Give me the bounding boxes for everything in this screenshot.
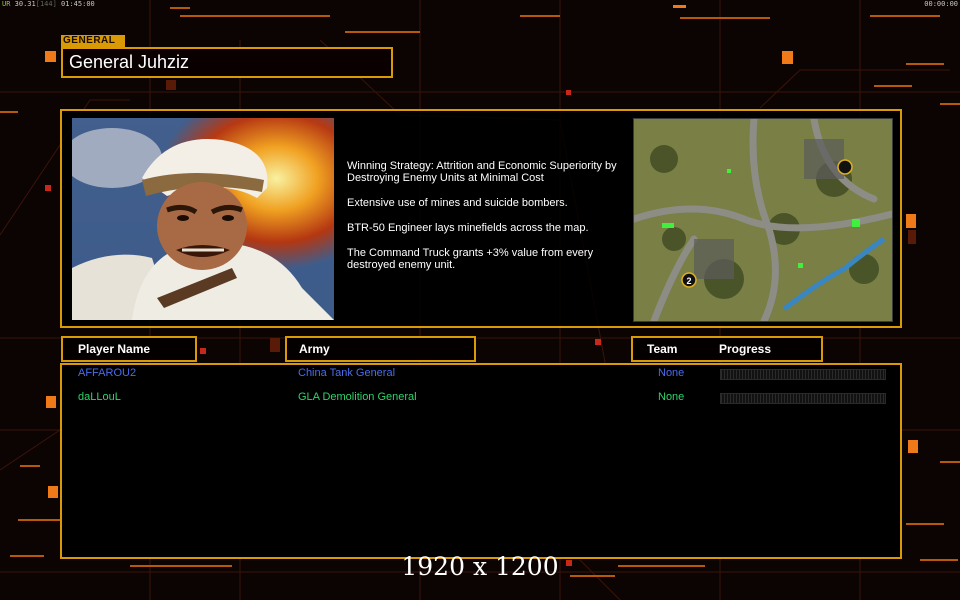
player-army: GLA Demolition General (298, 391, 417, 403)
minimap-icon: 2 (634, 119, 892, 321)
resolution-watermark: 1920 x 1200 (401, 552, 559, 581)
player-team: None (658, 367, 685, 379)
player-row[interactable]: AFFAROU2 China Tank General None (0, 367, 960, 381)
player-name: AFFAROU2 (78, 367, 137, 379)
player-team: None (658, 391, 685, 403)
hud-right-time: 00:00:00 (924, 0, 958, 8)
player-row[interactable]: daLLouL GLA Demolition General None (0, 391, 960, 405)
hud-left-time: 01:45:00 (61, 0, 95, 8)
player-name: daLLouL (78, 391, 121, 403)
player-army: China Tank General (298, 367, 396, 379)
player-progress-bar (720, 369, 886, 380)
strategy-line-2: Extensive use of mines and suicide bombe… (347, 197, 568, 209)
strategy-line-3: BTR-50 Engineer lays minefields across t… (347, 222, 589, 234)
progress-header[interactable]: Progress (719, 338, 771, 360)
army-header[interactable]: Army (285, 336, 476, 362)
hud-left-bracket: [144] (35, 0, 57, 8)
team-progress-header: Team Progress (631, 336, 823, 362)
team-header[interactable]: Team (647, 338, 677, 360)
general-portrait-icon (72, 118, 334, 320)
strategy-line-4: The Command Truck grants +3% value from … (347, 247, 594, 271)
map-preview: 2 (633, 118, 893, 322)
general-portrait-image (72, 118, 334, 320)
player-progress-bar (720, 393, 886, 404)
general-name-title: General Juhziz (61, 47, 393, 78)
hud-left-mid: 30.31 (14, 0, 36, 8)
player-name-header[interactable]: Player Name (61, 336, 197, 362)
strategy-line-1: Winning Strategy: Attrition and Economic… (347, 160, 617, 184)
strategy-description: Winning Strategy: Attrition and Economic… (347, 160, 632, 284)
general-tag: GENERAL (61, 35, 125, 47)
hud-left-readout: UR 30.31[144] 01:45:00 (2, 0, 95, 8)
hud-left-prefix: UR (2, 0, 11, 8)
map-start-marker: 2 (686, 276, 691, 286)
